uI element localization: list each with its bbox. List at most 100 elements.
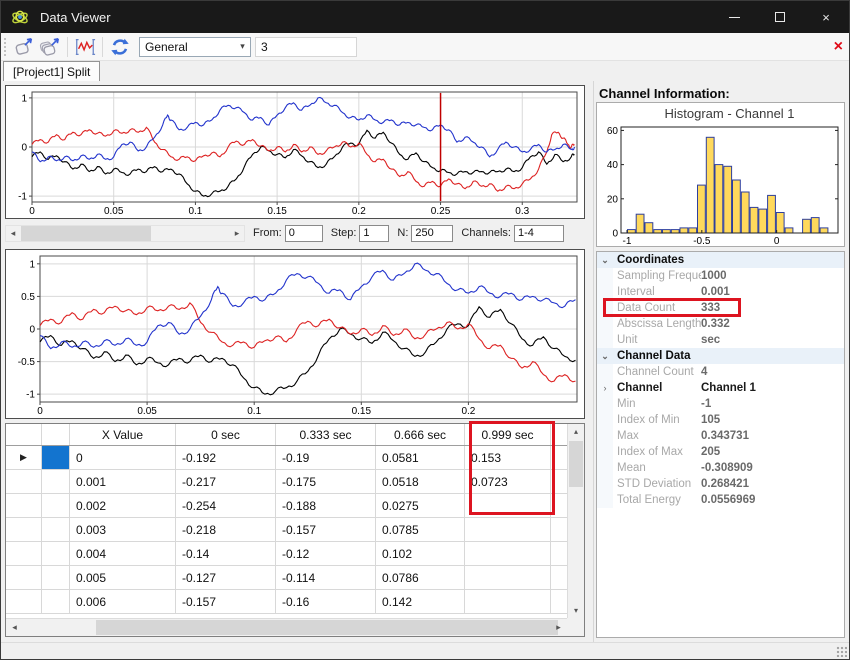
table-header-cell[interactable]: 0 sec	[176, 424, 276, 445]
property-row-channel[interactable]: ›ChannelChannel 1	[597, 380, 844, 396]
row-marker-cell[interactable]	[6, 542, 42, 565]
panel-close-icon[interactable]: ×	[834, 40, 843, 54]
table-hscrollbar[interactable]: ◂ ▸	[6, 618, 567, 636]
table-cell[interactable]: 0.004	[70, 542, 176, 565]
table-cell[interactable]	[465, 542, 551, 565]
chevron-right-icon[interactable]: ›	[597, 380, 613, 396]
property-row-min[interactable]: Min-1	[597, 396, 844, 412]
table-cell[interactable]: -0.14	[176, 542, 276, 565]
row-select-cell[interactable]	[42, 590, 70, 613]
preset-dropdown[interactable]: General ▾	[139, 37, 251, 57]
row-select-cell[interactable]	[42, 518, 70, 541]
scroll-right-icon[interactable]: ▸	[230, 226, 244, 241]
table-cell[interactable]: 0.003	[70, 518, 176, 541]
table-cell[interactable]: 0.001	[70, 470, 176, 493]
row-marker-cell[interactable]: ▶	[6, 446, 42, 469]
chevron-down-icon[interactable]: ⌄	[597, 348, 613, 364]
table-cell[interactable]	[465, 494, 551, 517]
table-vscrollbar[interactable]: ▴ ▾	[567, 424, 584, 618]
property-row-coordinates[interactable]: ⌄Coordinates	[597, 252, 844, 268]
property-row-mean[interactable]: Mean-0.308909	[597, 460, 844, 476]
resize-grip[interactable]	[836, 646, 847, 657]
row-marker-cell[interactable]	[6, 470, 42, 493]
table-header-cell[interactable]: 0.999 sec	[465, 424, 551, 445]
table-cell[interactable]	[465, 590, 551, 613]
row-select-cell[interactable]	[42, 470, 70, 493]
scroll-right-icon[interactable]: ▸	[551, 620, 566, 635]
table-cell[interactable]: -0.192	[176, 446, 276, 469]
table-cell[interactable]: -0.157	[176, 590, 276, 613]
property-row-channel-count[interactable]: Channel Count4	[597, 364, 844, 380]
table-cell[interactable]: 0.006	[70, 590, 176, 613]
channels-input[interactable]	[514, 225, 564, 242]
scrollbar-thumb[interactable]	[96, 620, 558, 635]
table-cell[interactable]: -0.188	[276, 494, 376, 517]
scroll-left-icon[interactable]: ◂	[7, 620, 22, 635]
table-cell[interactable]: 0.102	[376, 542, 465, 565]
extract-all-channels-button[interactable]	[37, 35, 63, 59]
row-marker-cell[interactable]	[6, 590, 42, 613]
row-marker-cell[interactable]	[6, 566, 42, 589]
table-cell[interactable]: -0.12	[276, 542, 376, 565]
selected-cell[interactable]	[42, 446, 70, 469]
signal-view-button[interactable]	[72, 35, 98, 59]
property-row-total-energy[interactable]: Total Energy0.0556969	[597, 492, 844, 508]
property-row-unit[interactable]: Unitsec	[597, 332, 844, 348]
scrollbar-thumb[interactable]	[569, 441, 583, 487]
signal-plot-zoom[interactable]: 00.050.10.150.210.50-0.5-1	[5, 249, 585, 419]
step-input[interactable]	[359, 225, 389, 242]
row-select-cell[interactable]	[42, 566, 70, 589]
property-row-max[interactable]: Max0.343731	[597, 428, 844, 444]
table-header-cell[interactable]	[42, 424, 70, 445]
maximize-button[interactable]	[757, 1, 803, 33]
table-cell[interactable]: -0.217	[176, 470, 276, 493]
plot-hscrollbar[interactable]: ◂ ▸	[5, 225, 245, 242]
table-cell[interactable]: 0	[70, 446, 176, 469]
table-cell[interactable]: 0.005	[70, 566, 176, 589]
table-cell[interactable]: 0.0275	[376, 494, 465, 517]
row-marker-cell[interactable]	[6, 494, 42, 517]
signal-plot-full[interactable]: 00.050.10.150.20.250.310-1	[5, 85, 585, 219]
table-cell[interactable]: -0.254	[176, 494, 276, 517]
table-cell[interactable]: -0.19	[276, 446, 376, 469]
table-header-cell[interactable]: 0.333 sec	[276, 424, 376, 445]
row-select-cell[interactable]	[42, 542, 70, 565]
property-row-abscissa-length[interactable]: Abscissa Length0.332	[597, 316, 844, 332]
n-input[interactable]	[411, 225, 453, 242]
table-cell[interactable]: 0.153	[465, 446, 551, 469]
scroll-down-icon[interactable]: ▾	[568, 603, 584, 618]
table-cell[interactable]: 0.142	[376, 590, 465, 613]
table-cell[interactable]: -0.218	[176, 518, 276, 541]
table-header-cell[interactable]: 0.666 sec	[376, 424, 465, 445]
property-row-sampling-frequen[interactable]: Sampling Frequen1000	[597, 268, 844, 284]
property-row-channel-data[interactable]: ⌄Channel Data	[597, 348, 844, 364]
table-cell[interactable]: 0.0785	[376, 518, 465, 541]
table-cell[interactable]: -0.114	[276, 566, 376, 589]
table-header-cell[interactable]	[6, 424, 42, 445]
from-input[interactable]	[285, 225, 323, 242]
table-cell[interactable]: 0.0786	[376, 566, 465, 589]
property-row-index-of-min[interactable]: Index of Min105	[597, 412, 844, 428]
table-cell[interactable]	[465, 518, 551, 541]
property-row-index-of-max[interactable]: Index of Max205	[597, 444, 844, 460]
toolbar-grip-handle[interactable]	[4, 38, 6, 56]
refresh-button[interactable]	[107, 35, 133, 59]
scroll-up-icon[interactable]: ▴	[568, 424, 584, 439]
table-cell[interactable]: -0.16	[276, 590, 376, 613]
row-marker-cell[interactable]	[6, 518, 42, 541]
property-row-std-deviation[interactable]: STD Deviation0.268421	[597, 476, 844, 492]
scroll-left-icon[interactable]: ◂	[6, 226, 20, 241]
table-cell[interactable]: -0.157	[276, 518, 376, 541]
table-cell[interactable]: -0.175	[276, 470, 376, 493]
property-row-interval[interactable]: Interval0.001	[597, 284, 844, 300]
table-header-cell[interactable]: X Value	[70, 424, 176, 445]
table-cell[interactable]	[465, 566, 551, 589]
table-cell[interactable]: 0.0518	[376, 470, 465, 493]
table-cell[interactable]: 0.0581	[376, 446, 465, 469]
close-button[interactable]: ×	[803, 1, 849, 33]
table-cell[interactable]: 0.002	[70, 494, 176, 517]
scrollbar-thumb[interactable]	[21, 226, 151, 241]
count-input[interactable]	[255, 37, 357, 57]
tab-project1-split[interactable]: [Project1] Split	[3, 61, 100, 81]
row-select-cell[interactable]	[42, 494, 70, 517]
